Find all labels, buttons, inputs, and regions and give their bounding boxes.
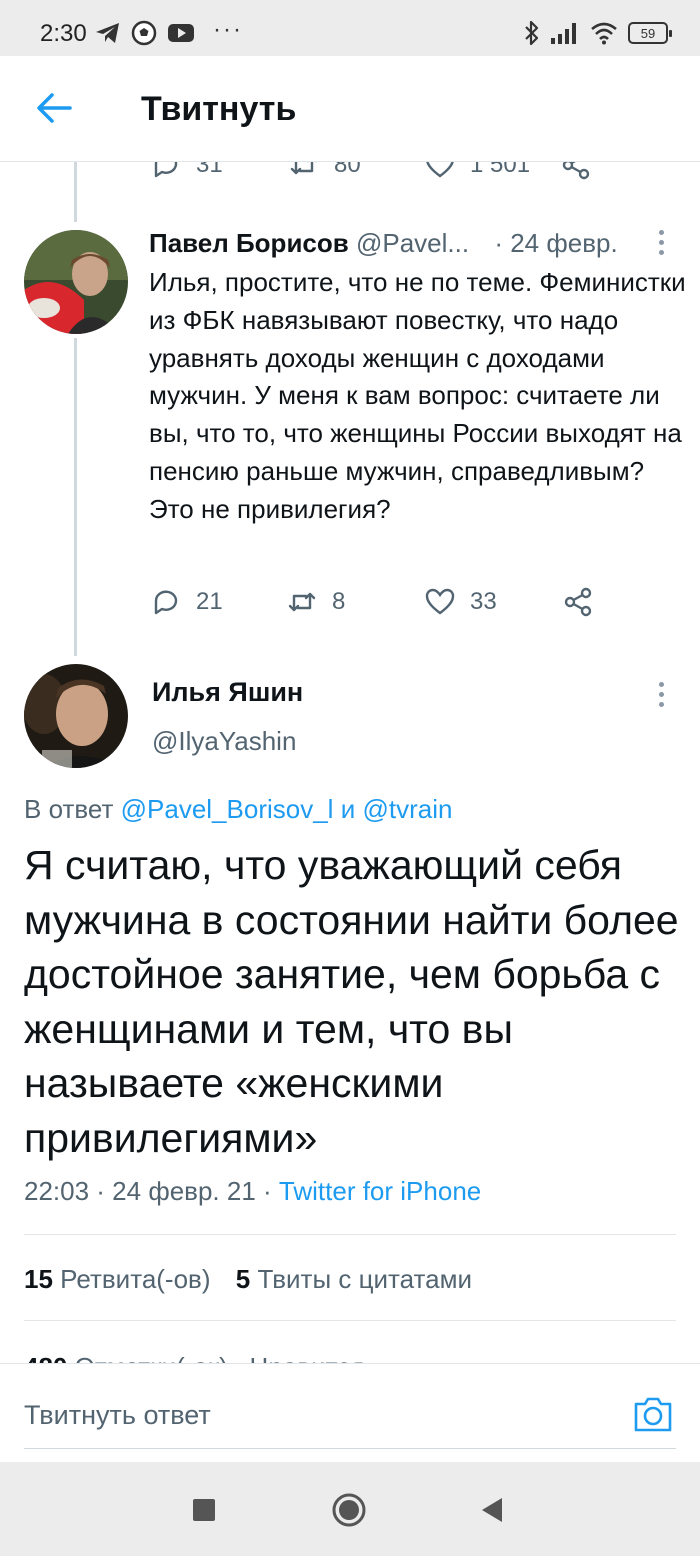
like-action[interactable]: 33 [424, 586, 562, 618]
reply-conjunction: и [340, 794, 356, 824]
main-author-handle[interactable]: @IlyaYashin [152, 726, 296, 757]
battery-icon: 59 [628, 22, 672, 44]
reply-action[interactable]: 31 [150, 162, 288, 181]
reply-action[interactable]: 21 [150, 586, 286, 618]
quotes-label: Твиты с цитатами [257, 1264, 472, 1294]
tweet-date[interactable]: · 24 февр. [494, 228, 617, 258]
bluetooth-icon [525, 20, 539, 46]
quotes-stat[interactable]: 5 Твиты с цитатами [236, 1264, 472, 1294]
avatar-ilya[interactable] [24, 664, 128, 768]
reply-prefix: В ответ [24, 794, 114, 824]
camera-icon[interactable] [632, 1394, 674, 1434]
reply-compose-bar: Твитнуть ответ [0, 1363, 700, 1461]
top-app-bar: Твитнуть [0, 56, 700, 162]
reply-tweet-header: Павел Борисов @Pavel... · 24 февр. [149, 228, 629, 259]
notification-icons: ··· [95, 16, 243, 48]
retweets-stat[interactable]: 15 Ретвита(-ов) [24, 1264, 211, 1294]
more-options-icon[interactable] [657, 682, 665, 712]
mention-link-tvrain[interactable]: @tvrain [362, 794, 452, 824]
share-action[interactable] [560, 162, 592, 181]
reply-icon [154, 590, 178, 615]
status-bar: 2:30 ··· 59 [0, 0, 700, 56]
reply-count: 31 [196, 162, 223, 178]
telegram-icon [96, 23, 119, 43]
like-action[interactable]: 1 501 [424, 162, 560, 181]
wifi-icon [591, 22, 617, 45]
thread-line [74, 338, 77, 656]
retweet-action[interactable]: 80 [288, 162, 424, 181]
mention-link-pavel[interactable]: @Pavel_Borisov_l [121, 794, 334, 824]
home-button[interactable] [331, 1492, 367, 1528]
reply-tweet-text: Илья, простите, что не по теме. Феминист… [149, 267, 686, 524]
heart-icon [426, 162, 454, 178]
retweets-count: 15 [24, 1264, 53, 1294]
reply-count: 21 [196, 588, 223, 615]
avatar-pavel[interactable] [24, 230, 128, 334]
like-count: 33 [470, 588, 497, 615]
divider [24, 1320, 676, 1321]
more-options-icon[interactable] [657, 230, 665, 260]
retweet-count: 80 [334, 162, 361, 178]
youtube-icon [168, 24, 194, 42]
avatar-image [24, 230, 128, 334]
share-icon [564, 587, 592, 617]
tweet-source-link[interactable]: Twitter for iPhone [279, 1176, 481, 1206]
soccer-ball-icon [131, 20, 157, 46]
recent-apps-button[interactable] [186, 1492, 222, 1528]
signal-icon [551, 23, 576, 44]
retweet-icon [288, 592, 316, 612]
retweet-count: 8 [332, 588, 346, 615]
tweet-stats: 15 Ретвита(-ов) 5 Твиты с цитатами [24, 1264, 472, 1295]
status-time: 2:30 [40, 20, 87, 47]
avatar-image [24, 664, 128, 768]
author-name[interactable]: Павел Борисов [149, 228, 349, 258]
reply-tweet-actions: 21 8 33 [150, 582, 610, 622]
quotes-count: 5 [235, 1264, 251, 1294]
main-author-name[interactable]: Илья Яшин [152, 677, 303, 708]
share-icon [562, 162, 590, 180]
author-handle[interactable]: @Pavel... [356, 228, 469, 258]
like-count: 1 501 [470, 162, 531, 178]
retweet-action[interactable]: 8 [286, 586, 424, 618]
system-navigation-bar [0, 1462, 700, 1556]
tweet-meta: 22:03 · 24 февр. 21 · Twitter for iPhone [24, 1176, 481, 1207]
system-icons: 59 [524, 18, 672, 48]
page-title: Твитнуть [141, 90, 297, 128]
share-action[interactable] [562, 586, 594, 618]
retweet-icon [290, 162, 317, 175]
heart-icon [425, 588, 455, 615]
main-tweet-text: Я считаю, что уважающий себя мужчина в с… [24, 842, 679, 1161]
back-arrow-icon[interactable] [32, 86, 76, 130]
tweet-timestamp: 22:03 · 24 февр. 21 · [24, 1176, 272, 1206]
back-button[interactable] [474, 1492, 510, 1528]
input-underline [24, 1448, 676, 1449]
reply-context: В ответ @Pavel_Borisov_l и @tvrain [24, 794, 452, 825]
more-notifications-icon: ··· [213, 16, 243, 43]
retweets-label: Ретвита(-ов) [60, 1264, 211, 1294]
previous-tweet-actions: 31 80 1 501 [0, 162, 700, 186]
reply-icon [154, 162, 178, 178]
reply-input[interactable]: Твитнуть ответ [24, 1400, 211, 1431]
divider [24, 1234, 676, 1235]
